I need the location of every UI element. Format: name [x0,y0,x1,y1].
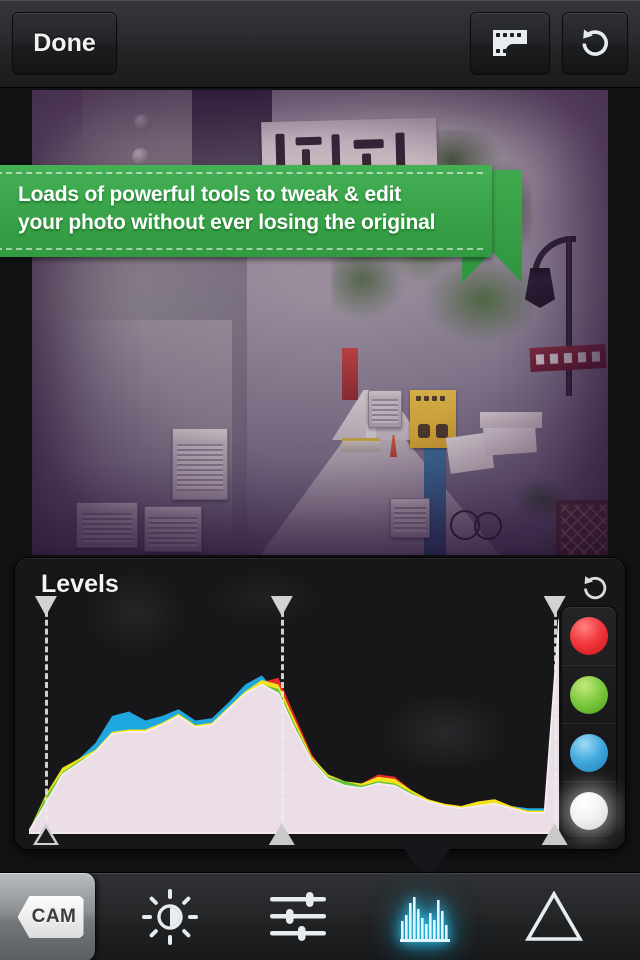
tab-curves[interactable] [499,873,609,960]
rotate-counterclockwise-icon [584,576,607,600]
tooltip-line-1: Loads of powerful tools to tweak & edit [18,183,402,206]
histogram-plot [29,617,559,834]
histogram[interactable] [29,596,568,845]
done-button-label: Done [33,28,96,57]
top-toolbar: Done [0,0,640,88]
white-point-guide [553,602,557,839]
tab-adjustments[interactable] [243,873,353,960]
tooltip-text: Loads of powerful tools to tweak & edit … [18,181,474,237]
black-point-guide [44,602,48,839]
camera-button[interactable]: CAM [0,873,96,960]
green-channel-dot [570,675,608,714]
channel-button-green[interactable] [562,665,616,723]
done-button[interactable]: Done [12,12,117,74]
levels-panel: Levels [14,557,626,850]
film-strip-icon [493,30,527,56]
rotate-counterclockwise-icon [582,29,608,56]
channel-button-blue[interactable] [562,723,616,781]
tab-brightness[interactable] [115,873,225,960]
red-channel-dot [570,617,608,655]
ribbon-body: Loads of powerful tools to tweak & edit … [0,165,492,257]
rgb-channel-dot [570,791,608,830]
black-point-handle-bottom[interactable] [32,823,59,845]
blue-channel-dot [570,733,608,772]
sliders-icon [270,892,326,941]
photo-editor-screen: Done Loads of powerful tools to tweak & … [0,0,640,960]
tooltip-line-2: your photo without ever losing the origi… [18,211,436,234]
histogram-icon [400,897,450,942]
revert-button[interactable] [562,12,628,74]
mid-point-guide [280,602,284,839]
cam-tag-shape: CAM [17,896,84,938]
channel-button-rgb[interactable] [562,781,616,839]
cam-button-label: CAM [31,906,77,927]
photo-canvas[interactable] [32,90,608,555]
tab-levels[interactable] [371,873,481,960]
channel-button-red[interactable] [562,607,616,665]
sun-brightness-icon [142,889,198,945]
film-strip-button[interactable] [470,12,550,74]
channel-selector [561,606,617,838]
tooltip-banner[interactable]: Loads of powerful tools to tweak & edit … [0,165,522,283]
photo-vignette [32,90,608,555]
levels-reset-button[interactable] [575,568,615,608]
panel-title: Levels [41,570,119,598]
bottom-toolbar: CAM [0,872,640,960]
triangle-curves-icon [525,891,583,941]
